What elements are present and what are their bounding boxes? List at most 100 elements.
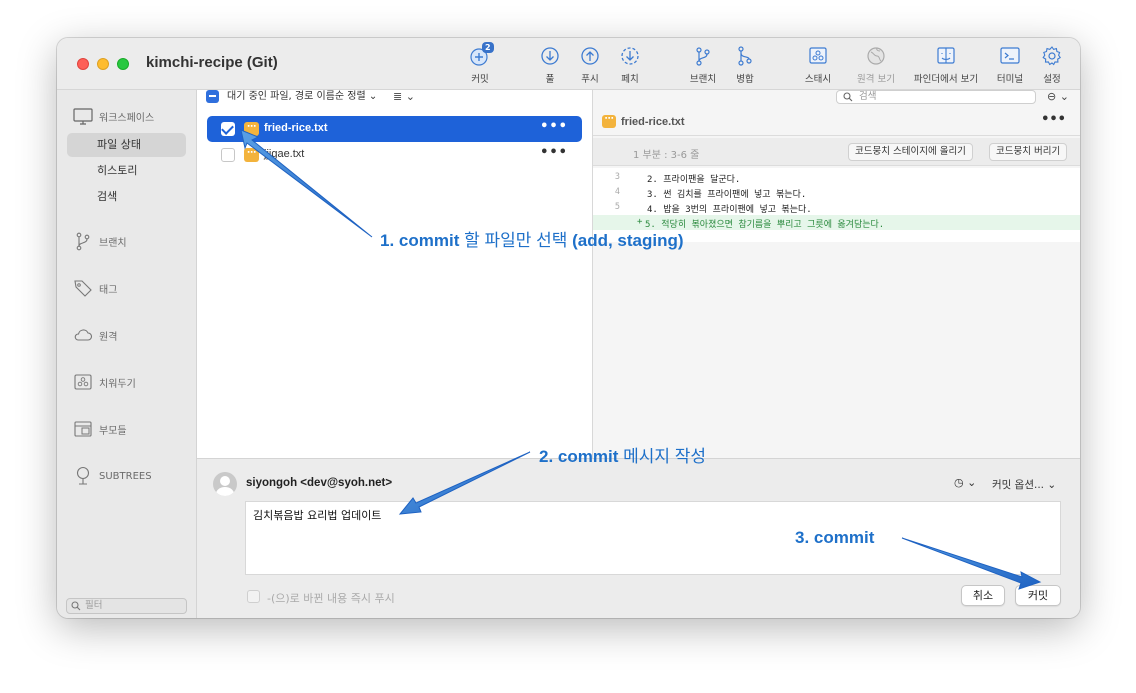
stash-icon: [809, 47, 827, 64]
sidebar-section-branches[interactable]: 브랜치: [73, 229, 127, 253]
hunk-header: 1 부분 : 3-6 줄 코드뭉치 스테이지에 올리기 코드뭉치 버리기: [593, 138, 1080, 166]
sidebar: 워크스페이스 파일 상태 히스토리 검색 브랜치 태그 원격 치워두기 부모들 …: [57, 90, 197, 618]
view-mode-dropdown[interactable]: ≣ ⌄: [393, 90, 415, 103]
commit-toolbar-button[interactable]: 2 커밋: [460, 42, 500, 88]
sidebar-section-stashes[interactable]: 치워두기: [73, 370, 136, 394]
file-row-fried-rice[interactable]: ⋯ fried-rice.txt •••: [207, 116, 582, 142]
sidebar-submodules-label: 부모들: [99, 425, 127, 437]
commit-message-input[interactable]: 김치볶음밥 요리법 업데이트: [245, 501, 1061, 575]
stage-hunk-button[interactable]: 코드뭉치 스테이지에 올리기: [848, 143, 973, 161]
annotation-step1-tail: (add, staging): [572, 231, 684, 250]
more-options-icon: ⊖: [1047, 90, 1057, 103]
sidebar-section-subtrees[interactable]: SUBTREES: [73, 464, 152, 488]
commit-toolbar-label: 커밋: [471, 74, 489, 85]
line-number: 5: [614, 202, 620, 212]
fetch-label: 페치: [621, 74, 639, 85]
pull-button[interactable]: 풀: [531, 44, 569, 88]
discard-hunk-button[interactable]: 코드뭉치 버리기: [989, 143, 1068, 161]
chevron-down-icon: ⌄: [368, 91, 378, 102]
annotation-step2: 2. commit 메시지 작성: [539, 442, 706, 467]
stash-button[interactable]: 스태시: [798, 44, 838, 88]
show-remote-button[interactable]: 원격 보기: [852, 44, 900, 88]
file-actions-button[interactable]: •••: [540, 145, 568, 160]
commit-options-dropdown[interactable]: 커밋 옵션... ⌄: [992, 477, 1056, 492]
file-name: fried-rice.txt: [264, 122, 328, 134]
fetch-icon: [621, 47, 639, 65]
line-number: 4: [614, 187, 620, 197]
merge-label: 병합: [736, 74, 754, 85]
diff-options-dropdown[interactable]: ⊖ ⌄: [1047, 90, 1069, 104]
annotation-step1-text: 할 파일만 선택: [459, 231, 573, 250]
app-window: kimchi-recipe (Git) 2 커밋 풀 푸시 페치 브랜치 병합 …: [57, 38, 1080, 618]
show-in-finder-label: 파인더에서 보기: [913, 74, 979, 85]
annotation-step1: 1. commit 할 파일만 선택 (add, staging): [380, 226, 684, 251]
minimize-window-button[interactable]: [97, 58, 109, 70]
toolbar: kimchi-recipe (Git) 2 커밋 풀 푸시 페치 브랜치 병합 …: [57, 38, 1080, 90]
line-text: 3. 썬 김치를 프라이팬에 넣고 볶는다.: [647, 190, 807, 200]
sidebar-item-file-status[interactable]: 파일 상태: [67, 133, 186, 157]
diff-file-name: fried-rice.txt: [621, 116, 685, 128]
diff-line: 5 4. 밥을 3번의 프라이팬에 넣고 볶는다.: [593, 200, 1080, 215]
file-stage-checkbox[interactable]: [221, 148, 235, 162]
zoom-window-button[interactable]: [117, 58, 129, 70]
file-stage-checkbox[interactable]: [221, 122, 235, 136]
sort-label: 대기 중인 파일, 경로 이름순 정렬: [227, 91, 366, 102]
sidebar-section-tags[interactable]: 태그: [73, 276, 117, 300]
file-row-jjigae[interactable]: ⋯ jjigae.txt •••: [207, 142, 582, 168]
pull-icon: [541, 47, 559, 65]
search-icon: [843, 92, 853, 102]
modified-file-icon: ⋯: [602, 115, 616, 128]
select-all-checkbox[interactable]: [206, 90, 219, 103]
commit-options-label: 커밋 옵션...: [992, 479, 1044, 491]
modified-file-icon: ⋯: [244, 148, 259, 162]
show-in-finder-button[interactable]: 파인더에서 보기: [908, 44, 984, 88]
commit-message-text: 김치볶음밥 요리법 업데이트: [253, 509, 382, 522]
modified-file-icon: ⋯: [244, 122, 259, 136]
sort-dropdown[interactable]: 대기 중인 파일, 경로 이름순 정렬 ⌄: [227, 90, 377, 103]
stash-label: 스태시: [804, 74, 832, 85]
monitor-icon: [73, 108, 93, 125]
search-placeholder: 검색: [859, 91, 877, 102]
sidebar-filter-input[interactable]: 필터: [66, 598, 187, 614]
close-window-button[interactable]: [77, 58, 89, 70]
finder-icon: [937, 47, 955, 64]
sidebar-section-remotes[interactable]: 원격: [73, 323, 117, 347]
fetch-button[interactable]: 페치: [611, 44, 649, 88]
diff-actions-button[interactable]: •••: [1041, 112, 1066, 127]
sidebar-section-submodules[interactable]: 부모들: [73, 417, 127, 441]
submodule-icon: [74, 421, 92, 437]
sidebar-workspace-label: 워크스페이스: [99, 112, 155, 124]
search-input[interactable]: 검색: [836, 90, 1036, 104]
avatar: [213, 472, 237, 496]
chevron-down-icon: ⌄: [967, 476, 977, 489]
commit-button[interactable]: 커밋: [1015, 585, 1061, 606]
push-immediately-checkbox[interactable]: [247, 590, 260, 603]
branch-icon: [76, 232, 90, 251]
push-button[interactable]: 푸시: [571, 44, 609, 88]
branch-icon: [696, 47, 710, 66]
search-icon: [71, 601, 81, 611]
terminal-button[interactable]: 터미널: [992, 44, 1028, 88]
annotation-step2-bold: 2. commit: [539, 447, 619, 466]
diff-line: 4 3. 썬 김치를 프라이팬에 넣고 볶는다.: [593, 185, 1080, 200]
push-label: 푸시: [581, 74, 599, 85]
sidebar-branches-label: 브랜치: [99, 237, 127, 249]
sidebar-item-search[interactable]: 검색: [67, 185, 186, 209]
sidebar-stashes-label: 치워두기: [99, 378, 136, 390]
stash-icon: [74, 374, 92, 390]
commit-count-badge: 2: [482, 42, 494, 53]
sidebar-tags-label: 태그: [99, 284, 118, 296]
commit-history-dropdown[interactable]: ◷ ⌄: [954, 476, 976, 489]
chevron-down-icon: ⌄: [1059, 90, 1069, 103]
window-title: kimchi-recipe (Git): [146, 54, 278, 71]
file-actions-button[interactable]: •••: [540, 119, 568, 134]
commit-panel: siyongoh <dev@syoh.net> ◷ ⌄ 커밋 옵션... ⌄ 김…: [197, 458, 1080, 618]
settings-button[interactable]: 설정: [1034, 44, 1070, 88]
sidebar-item-history[interactable]: 히스토리: [67, 159, 186, 183]
chevron-down-icon: ⌄: [405, 90, 415, 103]
branch-button[interactable]: 브랜치: [684, 44, 722, 88]
cancel-button[interactable]: 취소: [961, 585, 1005, 606]
merge-button[interactable]: 병합: [726, 44, 764, 88]
cloud-icon: [74, 329, 93, 341]
terminal-icon: [1000, 47, 1020, 64]
